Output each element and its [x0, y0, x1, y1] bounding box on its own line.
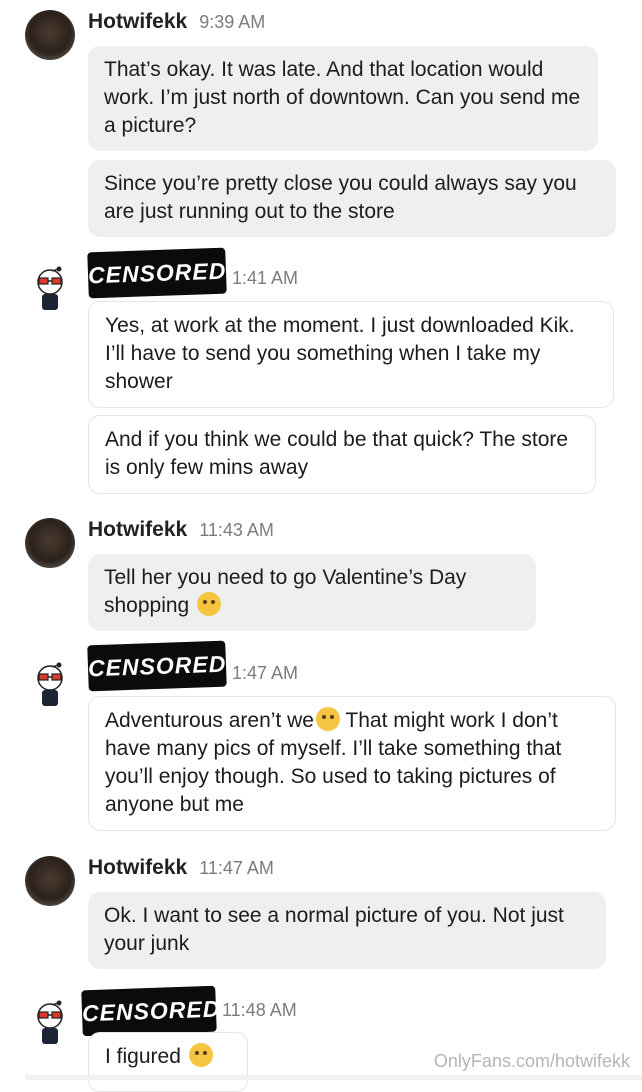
message-text: Tell her you need to go Valentine’s Day …: [104, 566, 467, 617]
message-header: Hotwifekk 11:43 AM: [88, 518, 274, 548]
avatar[interactable]: [25, 998, 75, 1048]
grin-emoji-icon: [188, 1043, 213, 1067]
message-text: And if you think we could be that quick?…: [105, 428, 569, 479]
message-bubble: That’s okay. It was late. And that locat…: [88, 46, 598, 151]
snoo-avatar-icon: [37, 1000, 63, 1044]
message-text: Since you’re pretty close you could alwa…: [104, 172, 577, 223]
avatar[interactable]: [25, 660, 75, 710]
message-bubble: And if you think we could be that quick?…: [88, 415, 596, 494]
message-header: Hotwifekk 9:39 AM: [88, 10, 265, 40]
snoo-avatar-icon: [37, 266, 63, 310]
bottom-divider: [25, 1075, 642, 1080]
timestamp: 1:41 AM: [232, 268, 299, 288]
timestamp: 11:48 AM: [222, 1000, 297, 1020]
avatar[interactable]: [25, 856, 75, 906]
message-text: Adventurous aren’t we: [105, 709, 314, 732]
censored-username: CENSORED: [87, 247, 227, 299]
message-bubble: Tell her you need to go Valentine’s Day …: [88, 554, 536, 631]
message-text: I figured: [105, 1045, 181, 1068]
avatar[interactable]: [25, 10, 75, 60]
timestamp: 11:47 AM: [199, 858, 274, 878]
username[interactable]: Hotwifekk: [88, 856, 187, 880]
message-text: That’s okay. It was late. And that locat…: [104, 58, 581, 137]
message-text: Yes, at work at the moment. I just downl…: [105, 314, 575, 393]
avatar[interactable]: [25, 518, 75, 568]
message-text: Ok. I want to see a normal picture of yo…: [104, 904, 564, 955]
username[interactable]: Hotwifekk: [88, 518, 187, 542]
avatar[interactable]: [25, 264, 75, 314]
timestamp: 9:39 AM: [199, 12, 266, 32]
wink-emoji-icon: [315, 707, 340, 731]
message-bubble: I figured: [88, 1032, 248, 1092]
censored-username: CENSORED: [81, 985, 221, 1037]
timestamp: 1:47 AM: [232, 663, 299, 683]
message-bubble: Since you’re pretty close you could alwa…: [88, 160, 616, 237]
censored-username: CENSORED: [87, 640, 227, 692]
message-header: 1:47 AM: [232, 663, 298, 693]
message-header: Hotwifekk 11:47 AM: [88, 856, 274, 886]
watermark: OnlyFans.com/hotwifekk: [433, 1051, 630, 1071]
username[interactable]: Hotwifekk: [88, 10, 187, 34]
timestamp: 11:43 AM: [199, 520, 274, 540]
message-bubble: Adventurous aren’t we That might work I …: [88, 696, 616, 831]
snoo-avatar-icon: [37, 662, 63, 706]
message-bubble: Yes, at work at the moment. I just downl…: [88, 301, 614, 408]
message-header: 11:48 AM: [222, 1000, 297, 1030]
tongue-wink-emoji-icon: [197, 592, 222, 616]
message-bubble: Ok. I want to see a normal picture of yo…: [88, 892, 606, 969]
message-header: 1:41 AM: [232, 268, 298, 298]
